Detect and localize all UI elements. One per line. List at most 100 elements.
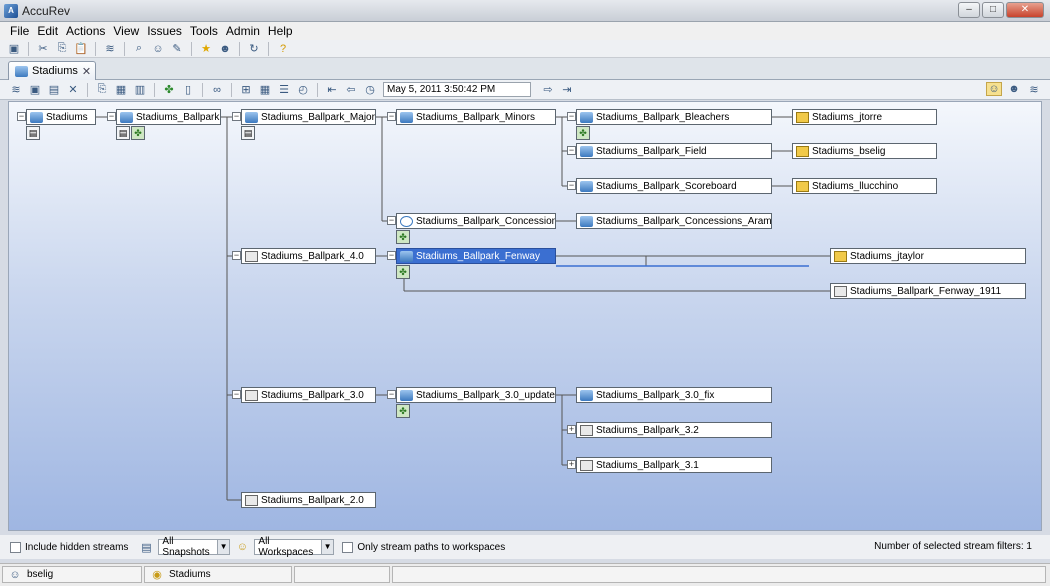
time-basis-field[interactable]: May 5, 2011 3:50:42 PM [383,82,531,97]
stream-browser-canvas[interactable]: − Stadiums ▤ − Stadiums_Ballpark ★ ▤ ✤ −… [8,101,1042,531]
change-package-badge-icon[interactable]: ✤ [576,126,590,140]
new-snapshot-icon[interactable]: ▤ [46,83,62,97]
workspace-icon[interactable]: ▣ [6,42,22,56]
stream-node-concessions-aramark[interactable]: Stadiums_Ballpark_Concessions_Aramark [576,213,772,229]
workspace-node-llucchino[interactable]: Stadiums_llucchino [792,178,937,194]
collapse-toggle[interactable]: − [567,181,576,190]
menu-issues[interactable]: Issues [143,22,186,40]
edit-issue-icon[interactable]: ✎ [169,42,185,56]
copy-stream-icon[interactable]: ⎘ [94,83,110,97]
stream-node-3-0-fix[interactable]: Stadiums_Ballpark_3.0_fix [576,387,772,403]
workspace-icon [834,250,847,262]
menu-admin[interactable]: Admin [222,22,264,40]
grid-view-icon[interactable]: ▦ [257,83,273,97]
snapshot-badge-icon[interactable]: ▤ [116,126,130,140]
stream-node-fenway[interactable]: Stadiums_Ballpark_Fenway [396,248,556,264]
maximize-button[interactable]: □ [982,2,1004,18]
binoculars-icon[interactable]: ∞ [209,83,225,97]
stream-node-4-0[interactable]: Stadiums_Ballpark_4.0 [241,248,376,264]
only-paths-checkbox[interactable] [342,541,354,553]
forward-arrow-icon[interactable]: ⇨ [540,83,556,97]
stream-node-minors[interactable]: Stadiums_Ballpark_Minors [396,109,556,125]
collapse-toggle[interactable]: − [387,216,396,225]
stream-browser-icon[interactable]: ≋ [102,42,118,56]
expand-toggle[interactable]: + [567,425,576,434]
workspace-node-jtaylor[interactable]: Stadiums_jtaylor [830,248,1026,264]
search-icon[interactable]: ⌕ [131,42,147,56]
list-view-icon[interactable]: ☰ [276,83,292,97]
show-workspaces-icon[interactable]: ☺ [986,82,1002,96]
snapshots-dropdown[interactable]: All Snapshots ▼ [158,536,231,558]
help-icon[interactable]: ? [275,42,291,56]
close-window-button[interactable]: ✕ [1006,2,1044,18]
menu-actions[interactable]: Actions [62,22,109,40]
collapse-toggle[interactable]: − [232,390,241,399]
stream-node-scoreboard[interactable]: Stadiums_Ballpark_Scoreboard [576,178,772,194]
chevron-down-icon: ▼ [216,540,230,554]
new-workspace-icon[interactable]: ▣ [27,83,43,97]
workspaces-dropdown[interactable]: All Workspaces ▼ [254,536,335,558]
menu-edit[interactable]: Edit [33,22,62,40]
properties-icon[interactable]: ▦ [113,83,129,97]
expand-toggle[interactable]: + [567,460,576,469]
stream-node-3-2[interactable]: Stadiums_Ballpark_3.2 [576,422,772,438]
collapse-toggle[interactable]: − [567,146,576,155]
change-package-badge-icon[interactable]: ✤ [131,126,145,140]
favorites-star-icon[interactable]: ★ [198,42,214,56]
collapse-toggle[interactable]: − [232,112,241,121]
stream-node-bleachers[interactable]: Stadiums_Ballpark_Bleachers [576,109,772,125]
paste-icon[interactable]: 📋 [73,42,89,56]
first-icon[interactable]: ⇤ [324,83,340,97]
collapse-toggle[interactable]: − [232,251,241,260]
document-icon[interactable]: ▯ [180,83,196,97]
show-people-icon[interactable]: ☻ [1006,82,1022,96]
collapse-toggle[interactable]: − [17,112,26,121]
menu-view[interactable]: View [109,22,143,40]
menu-help[interactable]: Help [264,22,297,40]
menu-tools[interactable]: Tools [186,22,222,40]
stream-node-field[interactable]: Stadiums_Ballpark_Field [576,143,772,159]
stream-node-2-0[interactable]: Stadiums_Ballpark_2.0 [241,492,376,508]
minimize-button[interactable]: – [958,2,980,18]
tab-stadiums[interactable]: Stadiums ✕ [8,61,96,80]
copy-icon[interactable]: ⎘ [54,42,70,56]
workspace-node-jtorre[interactable]: Stadiums_jtorre [792,109,937,125]
stream-node-3-0[interactable]: Stadiums_Ballpark_3.0 [241,387,376,403]
new-stream-icon[interactable]: ≋ [8,83,24,97]
save-icon[interactable]: ▥ [132,83,148,97]
stream-node-ballpark[interactable]: Stadiums_Ballpark ★ [116,109,221,125]
collapse-toggle[interactable]: − [387,390,396,399]
snapshot-badge-icon[interactable]: ▤ [26,126,40,140]
tree-view-icon[interactable]: ⊞ [238,83,254,97]
users-icon[interactable]: ☺ [150,42,166,56]
last-icon[interactable]: ⇥ [559,83,575,97]
collapse-toggle[interactable]: − [387,112,396,121]
stream-node-concessions[interactable]: Stadiums_Ballpark_Concessions [396,213,556,229]
change-package-badge-icon[interactable]: ✤ [396,404,410,418]
stream-node-stadiums[interactable]: Stadiums [26,109,96,125]
stream-node-3-1[interactable]: Stadiums_Ballpark_3.1 [576,457,772,473]
menu-file[interactable]: File [6,22,33,40]
stream-node-3-0-update[interactable]: Stadiums_Ballpark_3.0_update [396,387,556,403]
workspace-node-bselig[interactable]: Stadiums_bselig [792,143,937,159]
snapshot-node-fenway-1911[interactable]: Stadiums_Ballpark_Fenway_1911 [830,283,1026,299]
change-package-icon[interactable]: ✤ [161,83,177,97]
change-package-badge-icon[interactable]: ✤ [396,230,410,244]
cut-icon[interactable]: ✂ [35,42,51,56]
show-streams-icon[interactable]: ≋ [1026,82,1042,96]
workspace-label: Stadiums_bselig [812,145,886,157]
delete-icon[interactable]: ✕ [65,83,81,97]
include-hidden-checkbox[interactable] [10,541,21,553]
close-tab-icon[interactable]: ✕ [82,65,91,78]
people-icon[interactable]: ☻ [217,42,233,56]
collapse-toggle[interactable]: − [107,112,116,121]
change-package-badge-icon[interactable]: ✤ [396,265,410,279]
snapshot-badge-icon[interactable]: ▤ [241,126,255,140]
back-arrow-icon[interactable]: ⇦ [343,83,359,97]
collapse-toggle[interactable]: − [387,251,396,260]
stream-node-majors[interactable]: Stadiums_Ballpark_Majors [241,109,376,125]
clock-icon[interactable]: ◷ [362,83,378,97]
history-icon[interactable]: ◴ [295,83,311,97]
refresh-icon[interactable]: ↻ [246,42,262,56]
collapse-toggle[interactable]: − [567,112,576,121]
